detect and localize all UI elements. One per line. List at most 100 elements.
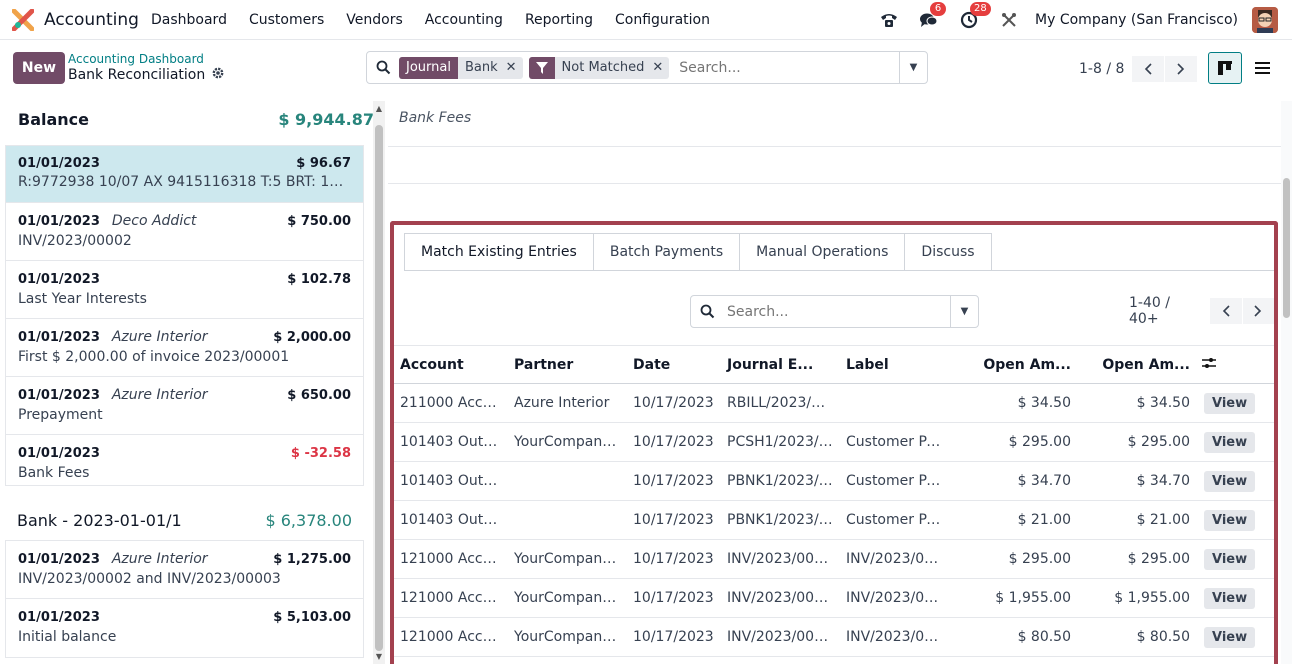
statement-line-card[interactable]: 01/01/2023 Azure Interior $ 1,275.00 INV/2…	[6, 541, 363, 599]
divider	[388, 183, 1281, 184]
view-button[interactable]: View	[1204, 392, 1256, 414]
notebook-tabs: Match Existing Entries Batch Payments Ma…	[404, 233, 992, 271]
statement-line-card[interactable]: 01/01/2023 $ 96.67 R:9772938 10/07 AX 941…	[6, 146, 363, 203]
right-scrollbar-thumb[interactable]	[1283, 178, 1290, 318]
facet-journal-label: Journal	[399, 56, 458, 79]
view-button[interactable]: View	[1204, 509, 1256, 531]
cell-open-amount: $ 34.70	[952, 461, 1077, 501]
cell-open-amount-currency: $ 295.00	[1077, 539, 1196, 579]
tab-match-existing-entries[interactable]: Match Existing Entries	[404, 233, 594, 271]
avatar[interactable]	[1252, 6, 1278, 33]
column-header-partner[interactable]: Partner	[508, 345, 627, 384]
card-date: 01/01/2023	[18, 272, 100, 287]
statement-line-card[interactable]: 01/01/2023 Azure Interior $ 650.00 Prepaym…	[6, 377, 363, 435]
row-action: View	[1196, 383, 1274, 423]
menu-dashboard[interactable]: Dashboard	[140, 12, 238, 28]
cell-account: 211000 Accou...	[394, 383, 508, 423]
line-label: Bank Fees	[399, 110, 472, 126]
statement-line-card[interactable]: 01/01/2023 $ 5,103.00 Initial balance	[6, 599, 363, 657]
card-partner: Azure Interior	[111, 329, 208, 345]
menu-accounting[interactable]: Accounting	[414, 12, 514, 28]
left-scrollbar[interactable]: ▲ ▼	[373, 101, 385, 664]
menu-configuration[interactable]: Configuration	[604, 12, 721, 28]
view-button[interactable]: View	[1204, 431, 1256, 453]
table-row[interactable]: 121000 Accou... YourCompany, ... 10/17/202…	[394, 617, 1274, 657]
view-button[interactable]: View	[1204, 548, 1256, 570]
divider	[388, 146, 1281, 147]
gear-icon[interactable]	[212, 66, 224, 84]
sliders-icon[interactable]	[1196, 345, 1274, 384]
facet-not-matched-remove-icon[interactable]: ✕	[649, 60, 669, 75]
reconcile-notebook: Match Existing Entries Batch Payments Ma…	[390, 221, 1278, 664]
column-header-account[interactable]: Account	[394, 345, 508, 384]
cell-open-amount-currency: $ 80.50	[1077, 617, 1196, 657]
new-button[interactable]: New	[13, 52, 65, 84]
menu-customers[interactable]: Customers	[238, 12, 335, 28]
card-amount: $ 2,000.00	[273, 329, 351, 345]
row-action: View	[1196, 578, 1274, 618]
table-row[interactable]: 101403 Outst... 10/17/2023 PBNK1/2023/0...…	[394, 500, 1274, 540]
column-header-open-amount-currency[interactable]: Open Am...	[1077, 345, 1196, 384]
cell-journal-entry: INV/2023/000...	[721, 617, 840, 657]
chevron-right-icon[interactable]	[1242, 298, 1274, 324]
cell-date: 10/17/2023	[627, 461, 721, 501]
column-header-date[interactable]: Date	[627, 345, 721, 384]
column-header-journal-entry[interactable]: Journal E...	[721, 345, 840, 384]
card-amount: $ 750.00	[287, 213, 351, 229]
table-row[interactable]: 211000 Accou... Azure Interior 10/17/2023 R…	[394, 383, 1274, 423]
cell-date: 10/17/2023	[627, 539, 721, 579]
card-label: First $ 2,000.00 of invoice 2023/00001	[18, 349, 290, 365]
menu-reporting[interactable]: Reporting	[514, 12, 604, 28]
search-input[interactable]	[675, 59, 899, 76]
view-button[interactable]: View	[1204, 470, 1256, 492]
caret-down-icon[interactable]: ▼	[950, 296, 978, 327]
entries-search-input[interactable]	[723, 303, 950, 320]
group-header-bank-statement[interactable]: Bank - 2023-01-01/1 $ 6,378.00	[0, 504, 388, 536]
statement-line-card[interactable]: 01/01/2023 Deco Addict $ 750.00 INV/2023/0…	[6, 203, 363, 261]
chevron-right-icon[interactable]	[1165, 56, 1198, 82]
table-row[interactable]: 121000 Accou... YourCompany, ... 10/17/202…	[394, 578, 1274, 618]
tools-icon[interactable]	[998, 9, 1020, 31]
cell-label: Customer Pay...	[840, 461, 952, 501]
statement-line-card[interactable]: 01/01/2023 $ -32.58 Bank Fees	[6, 435, 363, 485]
column-header-open-amount[interactable]: Open Am...	[952, 345, 1077, 384]
breadcrumb-accounting-dashboard[interactable]: Accounting Dashboard	[68, 52, 224, 66]
facet-journal-remove-icon[interactable]: ✕	[503, 60, 523, 75]
view-button[interactable]: View	[1204, 587, 1256, 609]
phone-icon[interactable]	[878, 9, 900, 31]
app-brand[interactable]: Accounting	[0, 8, 140, 31]
right-scrollbar[interactable]	[1281, 101, 1292, 664]
view-button[interactable]: View	[1204, 626, 1256, 648]
statement-line-card[interactable]: 01/01/2023 $ 102.78 Last Year Interests	[6, 261, 363, 319]
statement-line-card[interactable]: 01/01/2023 Azure Interior $ 2,000.00 First…	[6, 319, 363, 377]
menu-vendors[interactable]: Vendors	[335, 12, 413, 28]
chevron-left-icon[interactable]	[1210, 298, 1242, 324]
cell-partner: YourCompany, ...	[508, 578, 627, 618]
chevron-left-icon[interactable]	[1132, 56, 1165, 82]
table-row[interactable]: 121000 Accou... YourCompany, ... 10/17/202…	[394, 539, 1274, 579]
company-switcher[interactable]: My Company (San Francisco)	[1035, 12, 1238, 28]
caret-down-icon[interactable]: ▼	[899, 52, 927, 83]
kanban-icon[interactable]	[1208, 52, 1242, 84]
list-icon[interactable]	[1245, 52, 1279, 84]
scroll-up-icon[interactable]: ▲	[373, 103, 385, 115]
facet-not-matched: Not Matched ✕	[528, 56, 670, 79]
scroll-down-icon[interactable]: ▼	[373, 651, 385, 663]
card-date: 01/01/2023	[18, 330, 100, 345]
cell-date: 10/17/2023	[627, 383, 721, 423]
chat-icon[interactable]: 6	[918, 1, 947, 31]
table-row[interactable]: 101403 Outst... YourCompany, ... 10/17/202…	[394, 422, 1274, 462]
column-header-label[interactable]: Label	[840, 345, 952, 384]
clock-icon[interactable]: 28	[958, 1, 991, 31]
navbar-systray: 6 28 My Company (San Francisco)	[869, 1, 1292, 33]
tab-manual-operations[interactable]: Manual Operations	[740, 233, 906, 271]
cell-account: 121000 Accou...	[394, 617, 508, 657]
tab-batch-payments[interactable]: Batch Payments	[593, 233, 741, 271]
tab-discuss[interactable]: Discuss	[905, 233, 992, 271]
entries-pager-value[interactable]: 1-40 / 40+	[1129, 295, 1202, 327]
table-row[interactable]: 101403 Outst... 10/17/2023 PBNK1/2023/0...…	[394, 461, 1274, 501]
card-amount: $ 96.67	[296, 155, 351, 171]
left-scrollbar-thumb[interactable]	[375, 125, 383, 651]
pager-value[interactable]: 1-8 / 8	[1079, 61, 1124, 77]
table-header-row: Account Partner Date Journal E... Label …	[394, 345, 1274, 384]
